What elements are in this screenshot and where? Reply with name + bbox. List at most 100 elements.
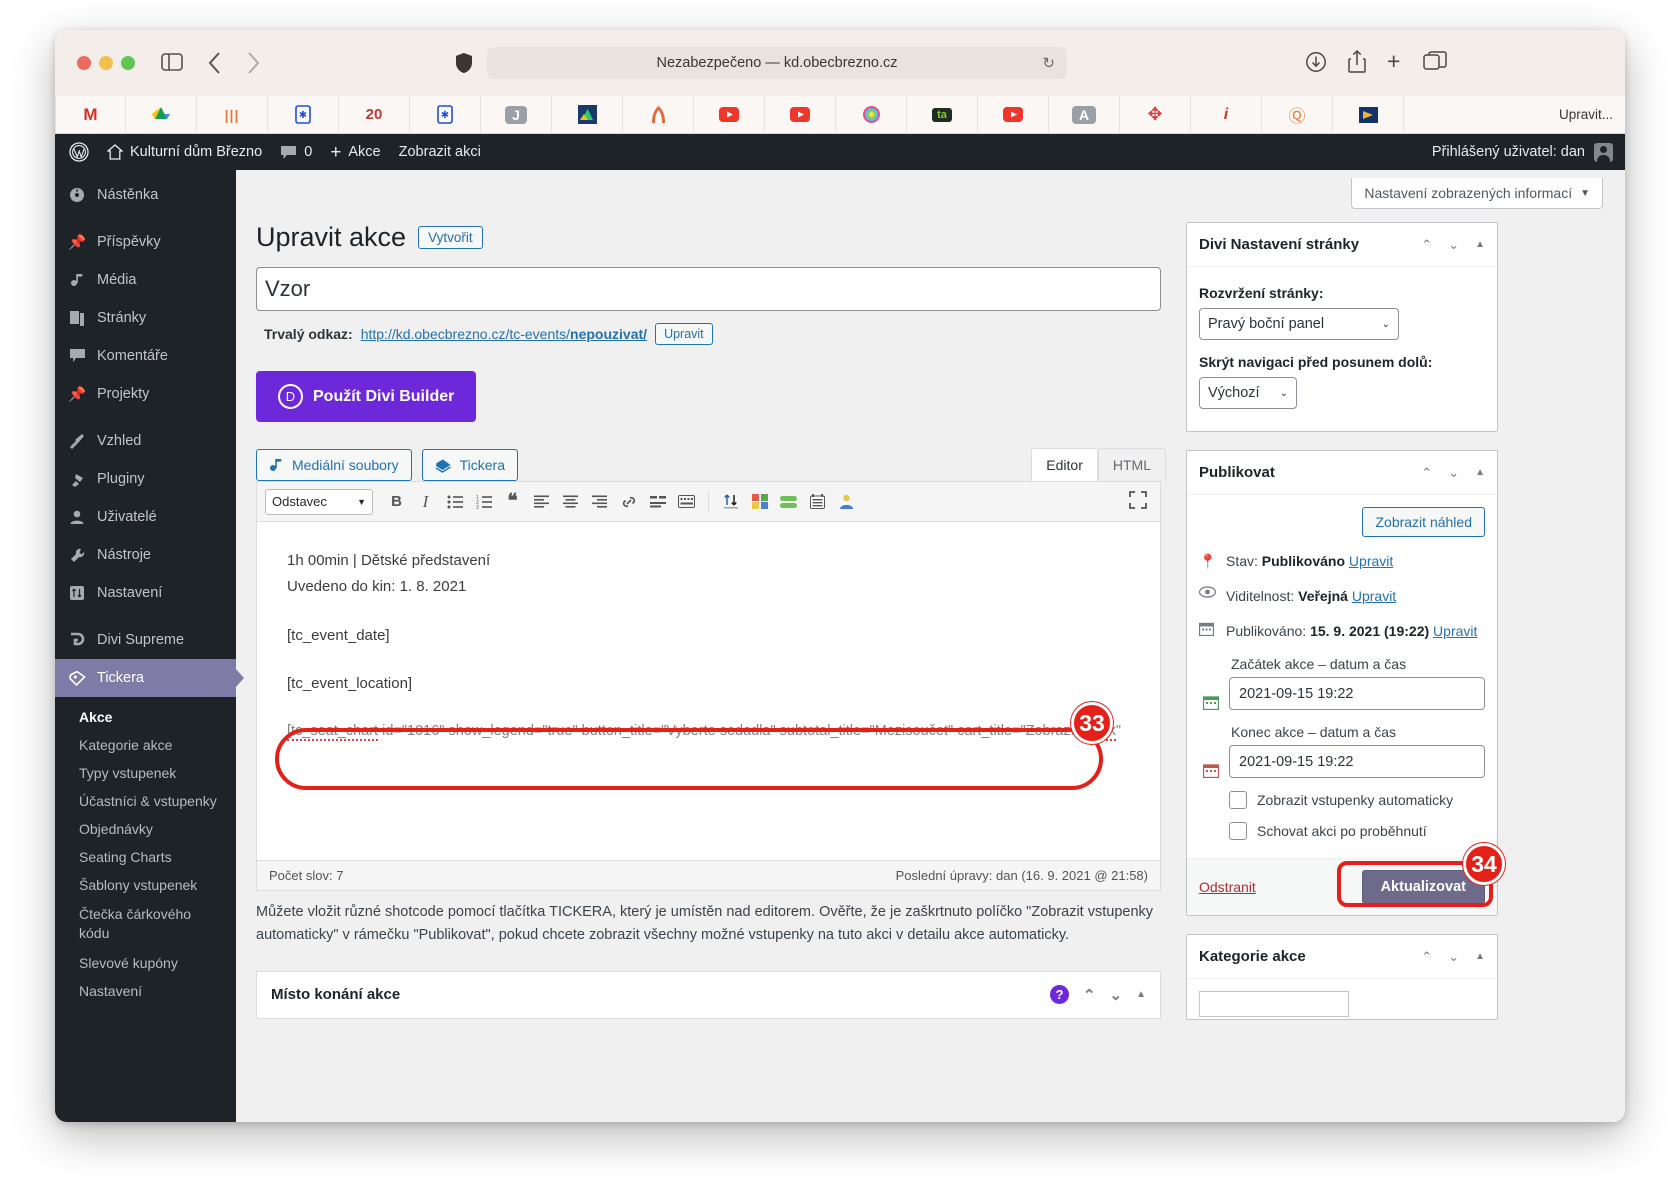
bookmark-i-red[interactable]: i <box>1191 96 1262 134</box>
sidebar-item-tickera[interactable]: Tickera <box>55 659 236 697</box>
move-up-icon[interactable]: ⌃ <box>1421 465 1432 481</box>
editor-content[interactable]: 1h 00min | Dětské představení Uvedeno do… <box>257 522 1160 860</box>
visibility-edit-link[interactable]: Upravit <box>1352 588 1396 604</box>
view-event-link[interactable]: Zobrazit akci <box>390 134 490 170</box>
help-icon[interactable]: ? <box>1050 985 1069 1004</box>
bookmark-color-wheel[interactable] <box>836 96 907 134</box>
sidebar-item-users[interactable]: Uživatelé <box>55 498 236 536</box>
more-tag-icon[interactable] <box>644 488 671 515</box>
sidebar-item-plugins[interactable]: Pluginy <box>55 460 236 498</box>
blockquote-icon[interactable]: ❝ <box>499 488 526 515</box>
delete-link[interactable]: Odstranit <box>1199 879 1256 895</box>
bookmark-youtube-2[interactable] <box>765 96 836 134</box>
new-content-menu[interactable]: + Akce <box>321 134 389 170</box>
move-down-icon[interactable]: ⌄ <box>1448 465 1459 481</box>
sidebar-item-settings[interactable]: Nastavení <box>55 574 236 612</box>
permalink-link[interactable]: http://kd.obecbrezno.cz/tc-events/nepouz… <box>361 326 647 342</box>
add-media-button[interactable]: Mediální soubory <box>256 449 412 481</box>
submenu-item-akce[interactable]: Akce <box>55 703 236 731</box>
sidebar-item-dashboard[interactable]: Nástěnka <box>55 176 236 214</box>
shield-icon[interactable] <box>455 52 473 74</box>
metabox-venue-header[interactable]: Místo konání akce ? ⌃ ⌄ ▲ <box>257 972 1160 1018</box>
published-edit-link[interactable]: Upravit <box>1433 623 1477 639</box>
bookmark-google-drive[interactable] <box>126 96 197 134</box>
url-bar[interactable]: Nezabezpečeno — kd.obecbrezno.cz ↻ <box>487 47 1067 79</box>
wordpress-logo-icon[interactable] <box>55 134 98 170</box>
submenu-item-seating-charts[interactable]: Seating Charts <box>55 843 236 871</box>
hide-after-row[interactable]: Schovat akci po proběhnutí <box>1229 822 1485 840</box>
tab-html-editor[interactable]: HTML <box>1098 448 1166 481</box>
window-maximize-button[interactable] <box>121 56 135 70</box>
bookmark-blue-flag[interactable] <box>1333 96 1404 134</box>
nav-back-icon[interactable] <box>207 50 223 76</box>
page-layout-select[interactable]: Pravý boční panel ⌄ <box>1199 308 1399 340</box>
submenu-item-nastaveni[interactable]: Nastavení <box>55 977 236 1005</box>
move-up-icon[interactable]: ⌃ <box>1421 237 1432 253</box>
bookmark-stripes[interactable]: ||| <box>197 96 268 134</box>
sort-icon[interactable] <box>717 488 744 515</box>
submenu-item-objednavky[interactable]: Objednávky <box>55 815 236 843</box>
categories-list[interactable] <box>1199 991 1349 1017</box>
tickera-shortcode-button[interactable]: Tickera <box>422 449 518 481</box>
bookmark-youtube-3[interactable] <box>978 96 1049 134</box>
fullscreen-icon[interactable] <box>1128 490 1148 510</box>
bookmark-praha-20[interactable]: 20 <box>339 96 410 134</box>
event-start-input[interactable]: 2021-09-15 19:22 <box>1229 677 1485 710</box>
person-icon[interactable] <box>833 488 860 515</box>
submenu-item-typy-vstupenek[interactable]: Typy vstupenek <box>55 759 236 787</box>
hide-after-checkbox[interactable] <box>1229 822 1247 840</box>
bookmark-orange-q[interactable]: Ⓠ <box>1262 96 1333 134</box>
sidebar-toggle-icon[interactable] <box>161 52 183 72</box>
align-right-icon[interactable] <box>586 488 613 515</box>
tab-visual-editor[interactable]: Editor <box>1031 448 1098 481</box>
sidebar-item-media[interactable]: Média <box>55 261 236 299</box>
submenu-item-ctecka-carkoveho-kodu[interactable]: Čtečka čárkového kódu <box>55 899 205 949</box>
auto-tickets-row[interactable]: Zobrazit vstupenky automaticky <box>1229 791 1485 809</box>
share-icon[interactable] <box>1347 49 1367 75</box>
event-end-input[interactable]: 2021-09-15 19:22 <box>1229 745 1485 778</box>
bookmark-jira[interactable]: J <box>481 96 552 134</box>
tab-overview-icon[interactable] <box>1423 51 1447 73</box>
submenu-item-kategorie-akce[interactable]: Kategorie akce <box>55 731 236 759</box>
sidebar-item-appearance[interactable]: Vzhled <box>55 422 236 460</box>
site-name-menu[interactable]: Kulturní dům Březno <box>98 134 271 170</box>
auto-tickets-checkbox[interactable] <box>1229 791 1247 809</box>
bold-icon[interactable]: B <box>383 488 410 515</box>
hide-nav-select[interactable]: Výchozí ⌄ <box>1199 377 1297 409</box>
move-down-icon[interactable]: ⌄ <box>1110 986 1123 1004</box>
reload-icon[interactable]: ↻ <box>1042 54 1055 72</box>
downloads-icon[interactable] <box>1305 50 1327 74</box>
align-left-icon[interactable] <box>528 488 555 515</box>
comments-menu[interactable]: 0 <box>271 134 321 170</box>
add-new-button[interactable]: Vytvořit <box>418 226 483 249</box>
toggle-icon[interactable]: ▲ <box>1475 239 1485 250</box>
window-close-button[interactable] <box>77 56 91 70</box>
preview-button[interactable]: Zobrazit náhled <box>1362 507 1485 537</box>
screen-options-button[interactable]: Nastavení zobrazených informací ▼ <box>1351 178 1603 209</box>
new-tab-icon[interactable]: + <box>1387 50 1400 73</box>
bookmark-ta-green[interactable]: ta <box>907 96 978 134</box>
nav-forward-icon[interactable] <box>245 50 261 76</box>
list-block-icon[interactable] <box>804 488 831 515</box>
sidebar-item-comments[interactable]: Komentáře <box>55 337 236 375</box>
sidebar-item-tools[interactable]: Nástroje <box>55 536 236 574</box>
numbered-list-icon[interactable]: 123 <box>470 488 497 515</box>
toggle-icon[interactable]: ▲ <box>1475 467 1485 478</box>
bookmarks-overflow-label[interactable]: Upravit... <box>1559 107 1613 122</box>
bookmark-photos[interactable] <box>552 96 623 134</box>
sidebar-item-divi-supreme[interactable]: Divi Supreme <box>55 621 236 659</box>
sidebar-item-posts[interactable]: 📌 Příspěvky <box>55 223 236 261</box>
bookmark-youtube-1[interactable] <box>694 96 765 134</box>
bookmark-red-flower[interactable]: ✥ <box>1120 96 1191 134</box>
button-icon[interactable] <box>775 488 802 515</box>
sidebar-item-projects[interactable]: 📌 Projekty <box>55 375 236 413</box>
bookmark-gmail[interactable]: M <box>55 96 126 134</box>
move-up-icon[interactable]: ⌃ <box>1421 949 1432 965</box>
bookmark-ticket-blue-2[interactable]: ✱ <box>410 96 481 134</box>
post-title-input[interactable]: Vzor <box>256 267 1161 311</box>
submenu-item-slevove-kupony[interactable]: Slevové kupóny <box>55 949 236 977</box>
italic-icon[interactable]: I <box>412 488 439 515</box>
edit-permalink-button[interactable]: Upravit <box>655 323 713 345</box>
toggle-icon[interactable]: ▲ <box>1475 951 1485 962</box>
account-menu[interactable]: Přihlášený uživatel: dan <box>1432 143 1613 162</box>
